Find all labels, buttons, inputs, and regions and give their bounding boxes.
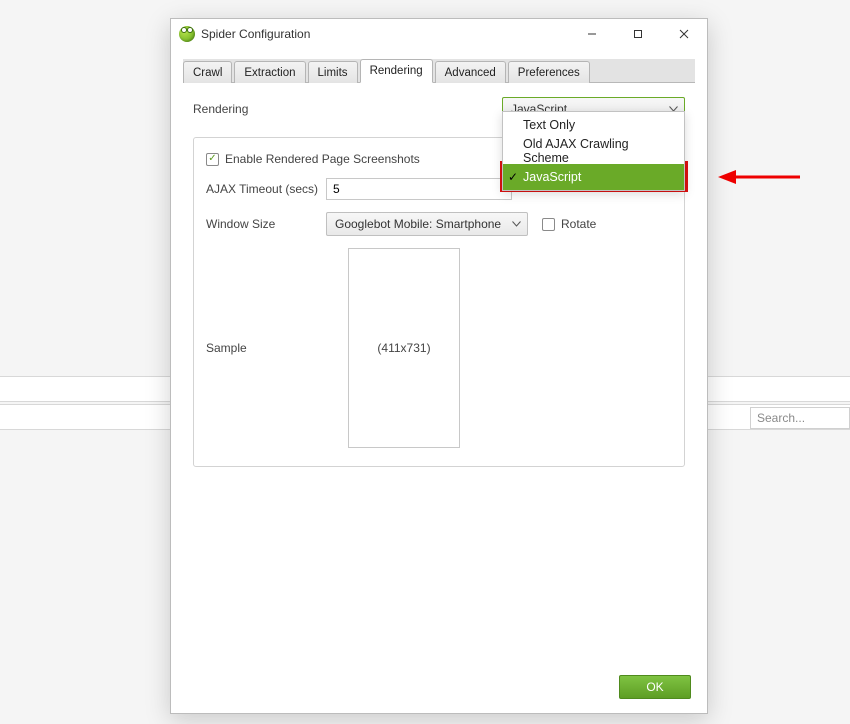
tab-limits[interactable]: Limits [308,61,358,83]
ajax-timeout-label: AJAX Timeout (secs) [206,182,326,196]
window-controls [569,19,707,49]
annotation-arrow [718,167,802,187]
tab-rendering[interactable]: Rendering [360,59,433,83]
chevron-down-icon [512,221,521,227]
window-size-select[interactable]: Googlebot Mobile: Smartphone [326,212,528,236]
ok-button[interactable]: OK [619,675,691,699]
window-size-label: Window Size [206,217,326,231]
window-size-value: Googlebot Mobile: Smartphone [335,217,501,231]
maximize-button[interactable] [615,19,661,49]
window-size-row: Window Size Googlebot Mobile: Smartphone… [206,212,672,236]
rotate-checkbox[interactable] [542,218,555,231]
spider-config-dialog: Spider Configuration Crawl Extraction Li… [170,18,708,714]
dialog-title: Spider Configuration [201,27,310,41]
tab-preferences[interactable]: Preferences [508,61,590,83]
tab-strip: Crawl Extraction Limits Rendering Advanc… [183,59,695,83]
ajax-timeout-input[interactable] [326,178,512,200]
sample-row: Sample (411x731) [206,248,672,448]
rendering-dropdown: Text Only Old AJAX Crawling Scheme JavaS… [502,111,685,191]
frog-icon [179,26,195,42]
background-search-input[interactable]: Search... [750,407,850,429]
maximize-icon [633,29,643,39]
rendering-option-old-ajax[interactable]: Old AJAX Crawling Scheme [503,138,684,164]
minimize-button[interactable] [569,19,615,49]
rendering-option-text-only[interactable]: Text Only [503,112,684,138]
dialog-content: Crawl Extraction Limits Rendering Advanc… [171,49,707,713]
enable-screenshots-checkbox[interactable] [206,153,219,166]
rendering-option-javascript[interactable]: JavaScript [503,164,684,190]
rendering-label: Rendering [193,102,313,116]
rotate-label: Rotate [561,217,596,231]
tab-advanced[interactable]: Advanced [435,61,506,83]
sample-dims: (411x731) [377,341,430,355]
sample-preview: (411x731) [348,248,460,448]
close-icon [679,29,689,39]
enable-screenshots-label: Enable Rendered Page Screenshots [225,152,420,166]
titlebar: Spider Configuration [171,19,707,49]
tab-extraction[interactable]: Extraction [234,61,305,83]
minimize-icon [587,29,597,39]
close-button[interactable] [661,19,707,49]
sample-label: Sample [206,341,326,355]
tab-crawl[interactable]: Crawl [183,61,232,83]
